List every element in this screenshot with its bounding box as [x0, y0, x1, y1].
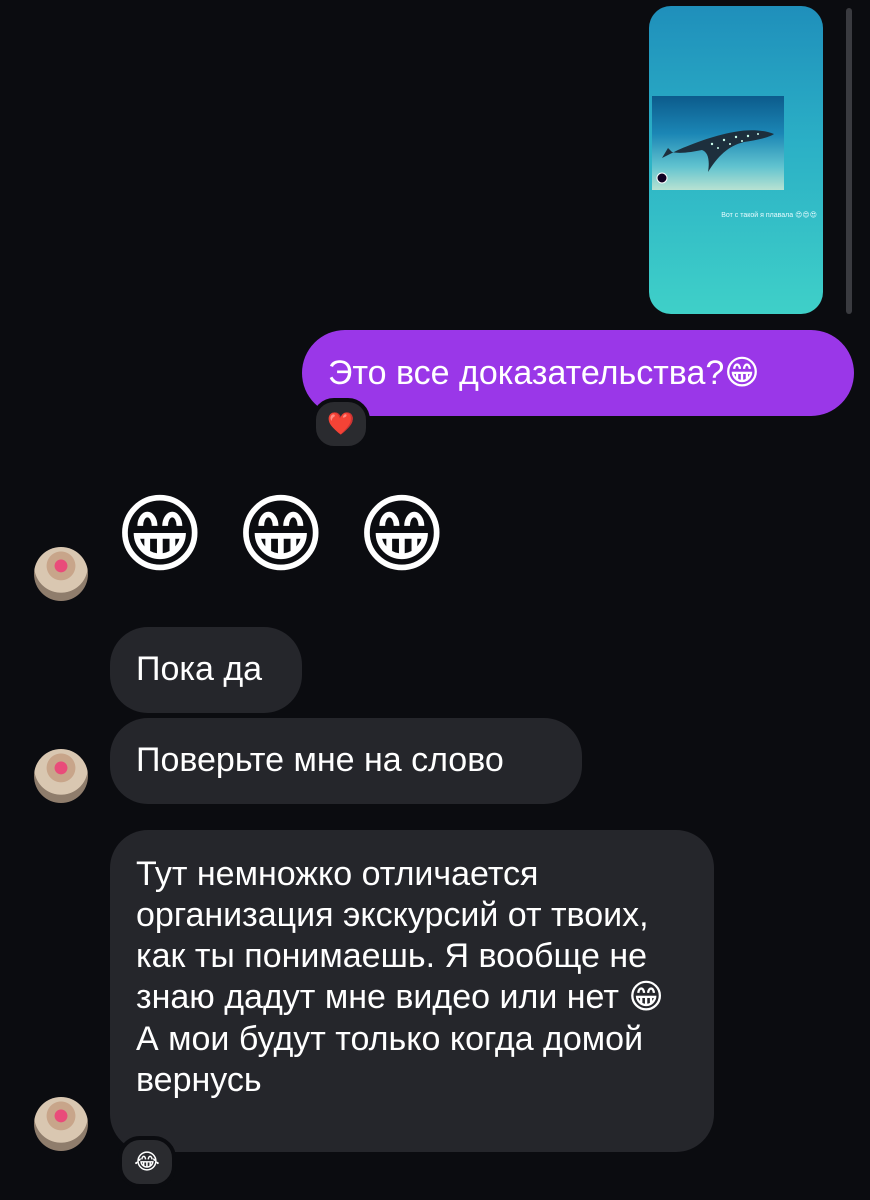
incoming-message[interactable]: Поверьте мне на слово	[110, 718, 582, 804]
grinning-emoji-1[interactable]: 😁	[115, 492, 205, 578]
whale-shark-photo	[652, 96, 784, 190]
contact-avatar[interactable]	[34, 749, 88, 803]
incoming-message[interactable]: Тут немножко отличается организация экск…	[110, 830, 714, 1152]
heart-reaction[interactable]: ❤️	[312, 398, 370, 450]
whale-shark-illustration	[656, 130, 774, 184]
scrollbar[interactable]	[846, 8, 852, 314]
contact-avatar[interactable]	[34, 1097, 88, 1151]
grinning-emoji-3[interactable]: 😁	[357, 492, 447, 578]
grinning-emoji-2[interactable]: 😁	[236, 492, 326, 578]
story-reply-preview[interactable]: Вот с такой я плавала 😍😍😍	[649, 6, 823, 314]
story-caption: Вот с такой я плавала 😍😍😍	[721, 212, 817, 219]
incoming-message[interactable]: Пока да	[110, 627, 302, 713]
laughing-reaction[interactable]: 😂	[118, 1136, 176, 1188]
outgoing-message[interactable]: Это все доказательства?😁	[302, 330, 854, 416]
contact-avatar[interactable]	[34, 547, 88, 601]
